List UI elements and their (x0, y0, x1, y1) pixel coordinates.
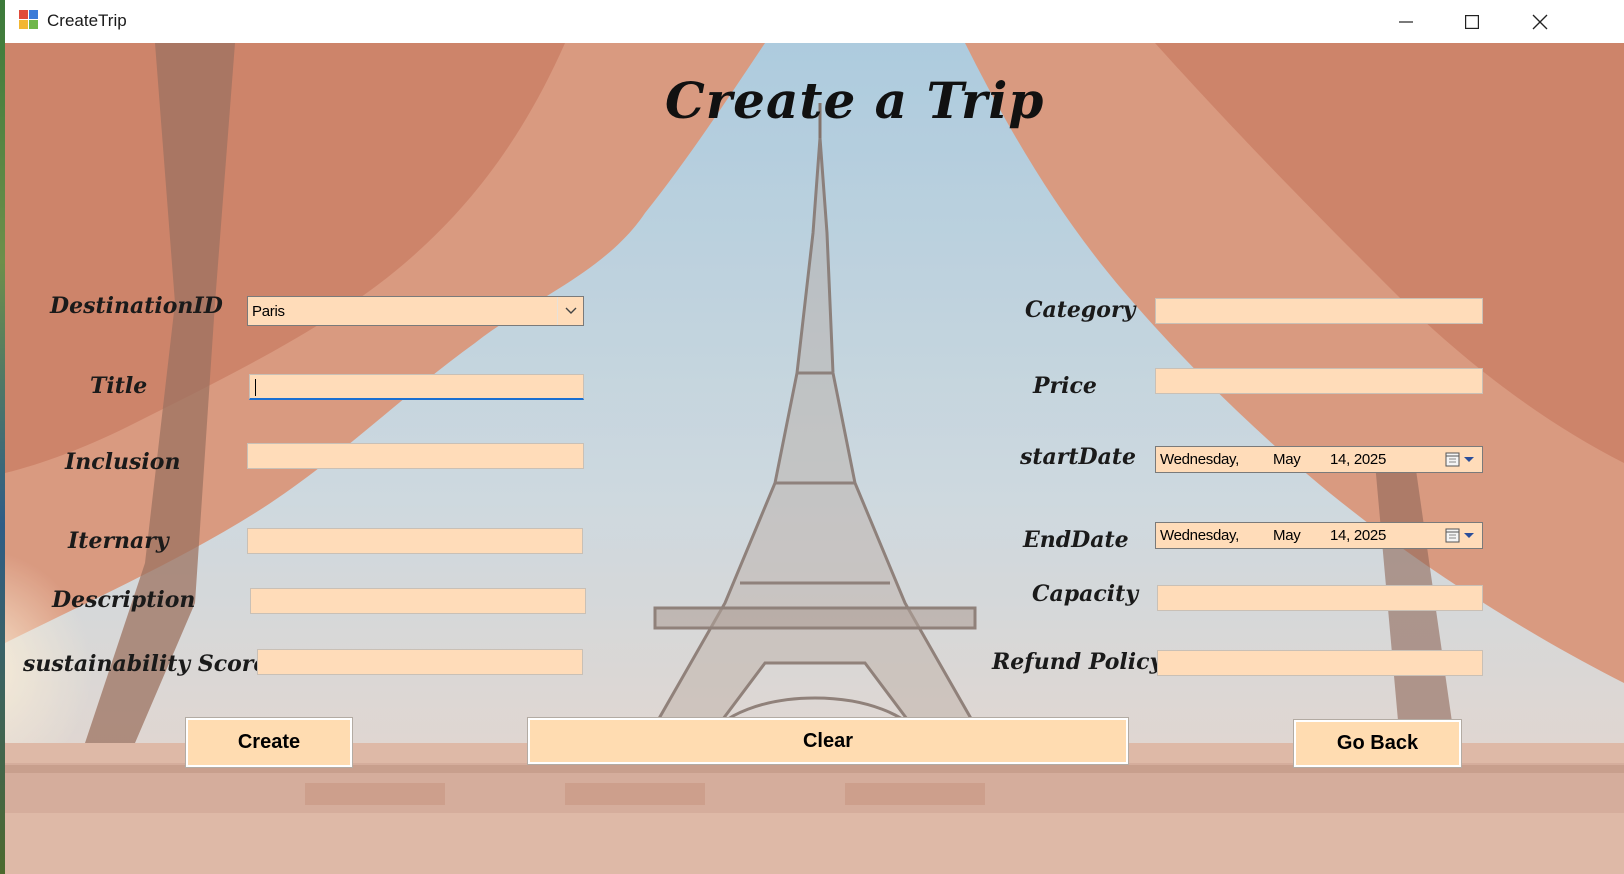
start-date-weekday: Wednesday, (1160, 451, 1239, 468)
end-date-picker[interactable]: Wednesday, May 14, 2025 (1155, 522, 1483, 549)
text-caret (255, 379, 256, 396)
minimize-icon (1399, 20, 1413, 23)
calendar-icon (1445, 528, 1474, 543)
destination-selected-value: Paris (252, 303, 285, 320)
description-label: Description (52, 587, 196, 613)
form-area: Create a Trip DestinationID Paris Title … (5, 43, 1624, 874)
minimize-button[interactable] (1373, 0, 1439, 43)
start-date-day-year: 14, 2025 (1330, 451, 1386, 468)
description-field[interactable] (250, 588, 586, 614)
title-bar[interactable]: CreateTrip (5, 0, 1624, 43)
close-icon (1532, 14, 1548, 29)
create-button[interactable]: Create (185, 717, 353, 768)
inclusion-field[interactable] (247, 443, 584, 469)
category-label: Category (1025, 297, 1136, 323)
start-date-month: May (1273, 451, 1301, 468)
maximize-button[interactable] (1439, 0, 1505, 43)
window-title: CreateTrip (47, 11, 127, 30)
end-date-label: EndDate (1023, 527, 1129, 553)
category-field[interactable] (1155, 298, 1483, 324)
go-back-button[interactable]: Go Back (1293, 719, 1462, 768)
start-date-picker[interactable]: Wednesday, May 14, 2025 (1155, 446, 1483, 473)
page-heading: Create a Trip (665, 71, 1045, 130)
maximize-icon (1465, 14, 1479, 29)
title-label: Title (90, 373, 148, 399)
destination-label: DestinationID (50, 293, 223, 319)
start-date-label: startDate (1020, 444, 1137, 470)
end-date-weekday: Wednesday, (1160, 527, 1239, 544)
sustainability-score-label: sustainability Score (23, 651, 268, 677)
end-date-month: May (1273, 527, 1301, 544)
calendar-dropdown-button[interactable] (1444, 526, 1478, 545)
price-label: Price (1033, 373, 1097, 399)
itinerary-field[interactable] (247, 528, 583, 554)
close-button[interactable] (1507, 0, 1573, 43)
refund-policy-label: Refund Policy (992, 649, 1163, 675)
title-field[interactable] (249, 374, 584, 400)
price-field[interactable] (1155, 368, 1483, 394)
chevron-down-icon[interactable] (557, 297, 583, 325)
calendar-dropdown-button[interactable] (1444, 450, 1478, 469)
capacity-field[interactable] (1157, 585, 1483, 611)
app-icon (19, 10, 39, 30)
destination-select[interactable]: Paris (247, 296, 584, 326)
create-trip-window: CreateTrip Create a Trip DestinationID P… (5, 0, 1624, 874)
calendar-icon (1445, 452, 1474, 467)
inclusion-label: Inclusion (65, 449, 181, 475)
itinerary-label: Iternary (68, 528, 169, 554)
capacity-label: Capacity (1032, 581, 1139, 607)
refund-policy-field[interactable] (1157, 650, 1483, 676)
end-date-day-year: 14, 2025 (1330, 527, 1386, 544)
sustainability-score-field[interactable] (257, 649, 583, 675)
clear-button[interactable]: Clear (527, 717, 1129, 765)
